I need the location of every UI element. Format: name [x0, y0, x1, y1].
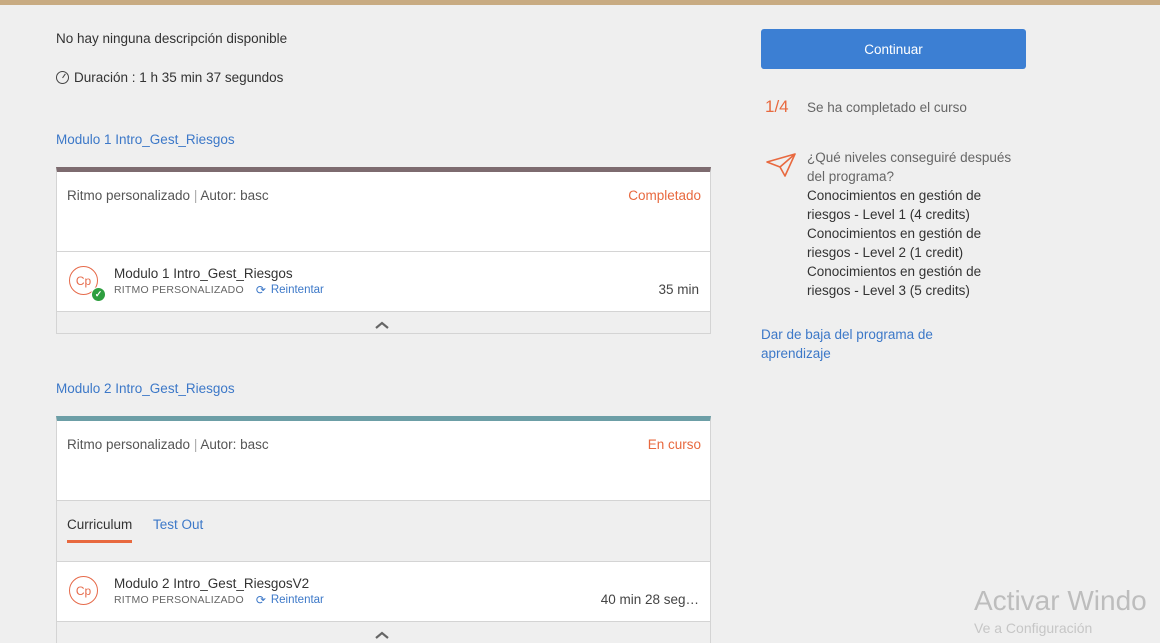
- course-duration: Duración : 1 h 35 min 37 segundos: [56, 70, 283, 85]
- module-1-retry-button[interactable]: ⟳ Reintentar: [255, 282, 324, 297]
- module-1-meta: Ritmo personalizado | Autor: basc: [67, 188, 269, 203]
- level-3-item: Conocimientos en gestión de riesgos - Le…: [807, 264, 982, 298]
- course-progress: 1/4 Se ha completado el curso: [765, 97, 967, 117]
- module-1-item-duration: 35 min: [658, 282, 699, 297]
- chevron-up-icon: [375, 631, 389, 639]
- module-1-header: Ritmo personalizado | Autor: basc Comple…: [57, 172, 710, 252]
- levels-info: ¿Qué niveles conseguiré después del prog…: [765, 148, 1027, 300]
- module-1-item-sub: RITMO PERSONALIZADO ⟳ Reintentar: [114, 282, 324, 297]
- refresh-icon: ⟳: [255, 282, 266, 297]
- module-2-card: Ritmo personalizado | Autor: basc En cur…: [56, 416, 711, 643]
- module-1-item-row[interactable]: Cp ✓ Modulo 1 Intro_Gest_Riesgos RITMO P…: [57, 252, 710, 312]
- module-2-meta: Ritmo personalizado | Autor: basc: [67, 437, 269, 452]
- module-2-author: Autor: basc: [200, 437, 269, 452]
- module-1-author: Autor: basc: [200, 188, 269, 203]
- refresh-icon: ⟳: [255, 592, 266, 607]
- chevron-up-icon: [375, 321, 389, 329]
- module-1-retry-label: Reintentar: [270, 284, 324, 296]
- module-1-card: Ritmo personalizado | Autor: basc Comple…: [56, 167, 711, 334]
- progress-text: Se ha completado el curso: [807, 99, 967, 115]
- paper-plane-icon: [766, 153, 796, 177]
- module-2-item-row[interactable]: Cp Modulo 2 Intro_Gest_RiesgosV2 RITMO P…: [57, 562, 710, 622]
- module-1-status: Completado: [628, 188, 701, 203]
- clock-icon: [56, 71, 69, 84]
- module-2-tabs: Curriculum Test Out: [57, 501, 710, 562]
- module-2-collapse-button[interactable]: [57, 622, 710, 643]
- continue-button[interactable]: Continuar: [761, 29, 1026, 69]
- module-2-title[interactable]: Modulo 2 Intro_Gest_Riesgos: [56, 381, 235, 396]
- module-2-item-title[interactable]: Modulo 2 Intro_Gest_RiesgosV2: [114, 576, 309, 591]
- module-1-pace: Ritmo personalizado: [67, 188, 191, 203]
- tab-curriculum-underline: [67, 540, 132, 543]
- module-2-item-sub: RITMO PERSONALIZADO ⟳ Reintentar: [114, 592, 324, 607]
- captivate-course-icon: Cp: [69, 576, 98, 605]
- tab-test-out[interactable]: Test Out: [153, 517, 203, 532]
- module-2-header: Ritmo personalizado | Autor: basc En cur…: [57, 421, 710, 501]
- completed-checkmark-icon: ✓: [91, 287, 106, 302]
- module-1-collapse-button[interactable]: [57, 312, 710, 333]
- module-2-retry-label: Reintentar: [270, 594, 324, 606]
- module-1-item-title[interactable]: Modulo 1 Intro_Gest_Riesgos: [114, 266, 293, 281]
- module-2-item-type: RITMO PERSONALIZADO: [114, 594, 244, 606]
- module-1-item-type: RITMO PERSONALIZADO: [114, 284, 244, 296]
- module-2-retry-button[interactable]: ⟳ Reintentar: [255, 592, 324, 607]
- course-description: No hay ninguna descripción disponible: [56, 31, 288, 46]
- windows-activation-watermark: Activar Windo: [974, 585, 1147, 616]
- unenroll-link[interactable]: Dar de baja del programa de aprendizaje: [761, 325, 961, 363]
- top-accent-bar: [0, 0, 1160, 5]
- module-2-pace: Ritmo personalizado: [67, 437, 191, 452]
- course-duration-text: Duración : 1 h 35 min 37 segundos: [74, 70, 284, 85]
- levels-text: ¿Qué niveles conseguiré después del prog…: [807, 148, 1027, 300]
- module-2-item-duration: 40 min 28 seg…: [600, 592, 699, 607]
- progress-fraction: 1/4: [765, 97, 789, 116]
- windows-activation-subtext: Ve a Configuración: [974, 620, 1093, 636]
- level-2-item: Conocimientos en gestión de riesgos - Le…: [807, 226, 982, 260]
- level-1-item: Conocimientos en gestión de riesgos - Le…: [807, 188, 982, 222]
- module-1-title[interactable]: Modulo 1 Intro_Gest_Riesgos: [56, 132, 235, 147]
- tab-curriculum[interactable]: Curriculum: [67, 517, 132, 532]
- module-2-status: En curso: [647, 437, 701, 452]
- levels-question: ¿Qué niveles conseguiré después del prog…: [807, 150, 1012, 184]
